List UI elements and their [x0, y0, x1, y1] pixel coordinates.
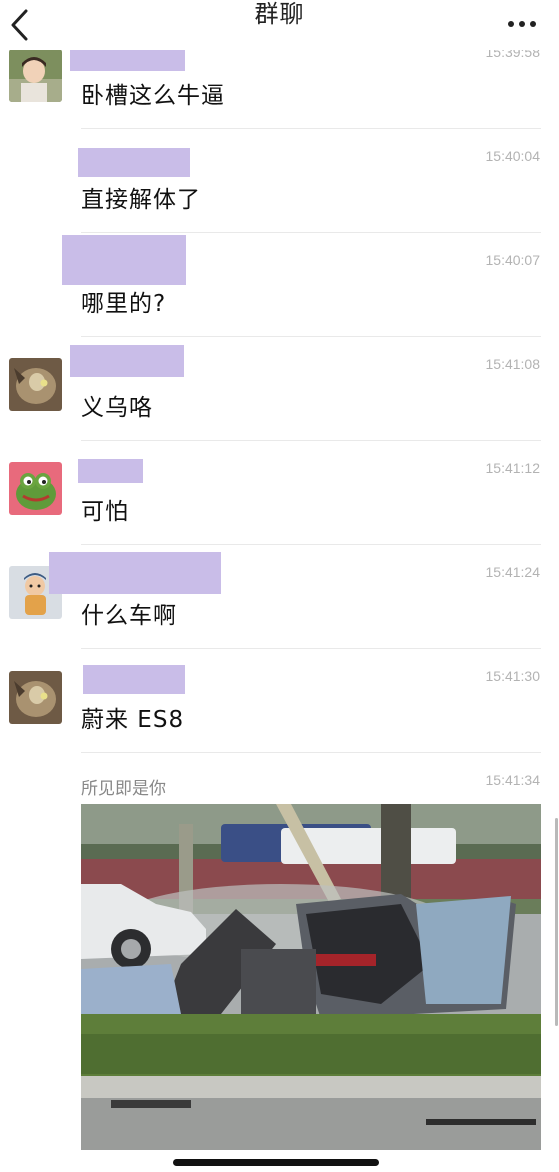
home-indicator[interactable] [173, 1159, 379, 1166]
timestamp: 15:41:24 [485, 564, 541, 580]
sender-name: 所见即是你 [81, 779, 166, 799]
navigation-bar: 群聊 [0, 0, 559, 50]
timestamp: 15:41:34 [485, 772, 541, 788]
message-text[interactable]: 蔚来 ES8 [81, 700, 184, 734]
timestamp: 15:41:08 [485, 356, 541, 372]
scrollbar[interactable] [555, 818, 558, 1026]
avatar[interactable] [9, 49, 62, 102]
message-item: 15:41:08 义乌咯 [0, 336, 559, 440]
message-feed[interactable]: 15:39:58 卧槽这么牛逼 15:40:04 直接解体了 15:40:07 … [0, 0, 559, 1172]
page-title: 群聊 [254, 0, 305, 28]
message-text[interactable]: 可怕 [81, 492, 129, 526]
sender-name-redacted [78, 148, 190, 177]
timestamp: 15:40:07 [485, 252, 541, 268]
sender-name-redacted [70, 345, 184, 377]
avatar[interactable] [9, 462, 62, 515]
sender-name-redacted [78, 459, 143, 483]
sender-name-redacted [49, 552, 221, 594]
message-text[interactable]: 卧槽这么牛逼 [81, 76, 225, 110]
message-item: 15:41:12 可怕 [0, 440, 559, 544]
sender-name-redacted [83, 665, 185, 694]
message-text[interactable]: 什么车啊 [81, 596, 177, 630]
sender-name-redacted [62, 235, 186, 285]
avatar[interactable] [9, 358, 62, 411]
message-text[interactable]: 义乌咯 [81, 388, 153, 422]
message-item: 15:40:04 直接解体了 [0, 128, 559, 232]
image-message[interactable] [81, 804, 541, 1150]
message-item: 15:41:24 什么车啊 [0, 544, 559, 648]
timestamp: 15:41:30 [485, 668, 541, 684]
message-text[interactable]: 哪里的? [81, 284, 166, 318]
timestamp: 15:40:04 [485, 148, 541, 164]
message-item: 15:41:30 蔚来 ES8 [0, 648, 559, 752]
more-dots-icon[interactable] [504, 15, 540, 33]
message-item: 15:40:07 哪里的? [0, 232, 559, 336]
timestamp: 15:41:12 [485, 460, 541, 476]
message-text[interactable]: 直接解体了 [81, 180, 201, 214]
avatar[interactable] [9, 671, 62, 724]
